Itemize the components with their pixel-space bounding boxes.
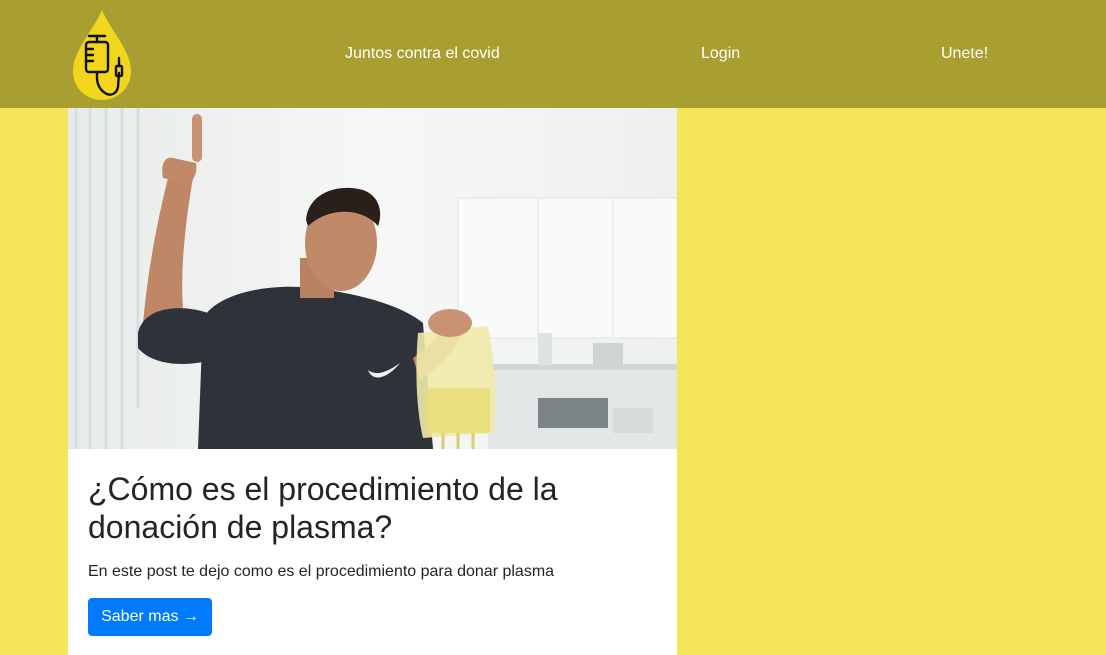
post-card: ¿Cómo es el procedimiento de la donación… <box>68 108 677 655</box>
read-more-button[interactable]: Saber mas → <box>88 598 212 636</box>
post-excerpt: En este post te dejo como es el procedim… <box>88 563 555 580</box>
post-title: ¿Cómo es el procedimiento de la donación… <box>88 471 558 545</box>
nav-link-juntos[interactable]: Juntos contra el covid <box>345 44 500 64</box>
plasma-donation-photo <box>68 108 677 449</box>
navbar: Juntos contra el covid Login Unete! <box>0 0 1106 108</box>
logo-link[interactable] <box>71 9 133 101</box>
nav-link-login[interactable]: Login <box>701 44 740 64</box>
plasma-drop-icon <box>73 10 131 100</box>
post-image <box>68 108 677 449</box>
nav-link-unete[interactable]: Unete! <box>941 44 988 64</box>
